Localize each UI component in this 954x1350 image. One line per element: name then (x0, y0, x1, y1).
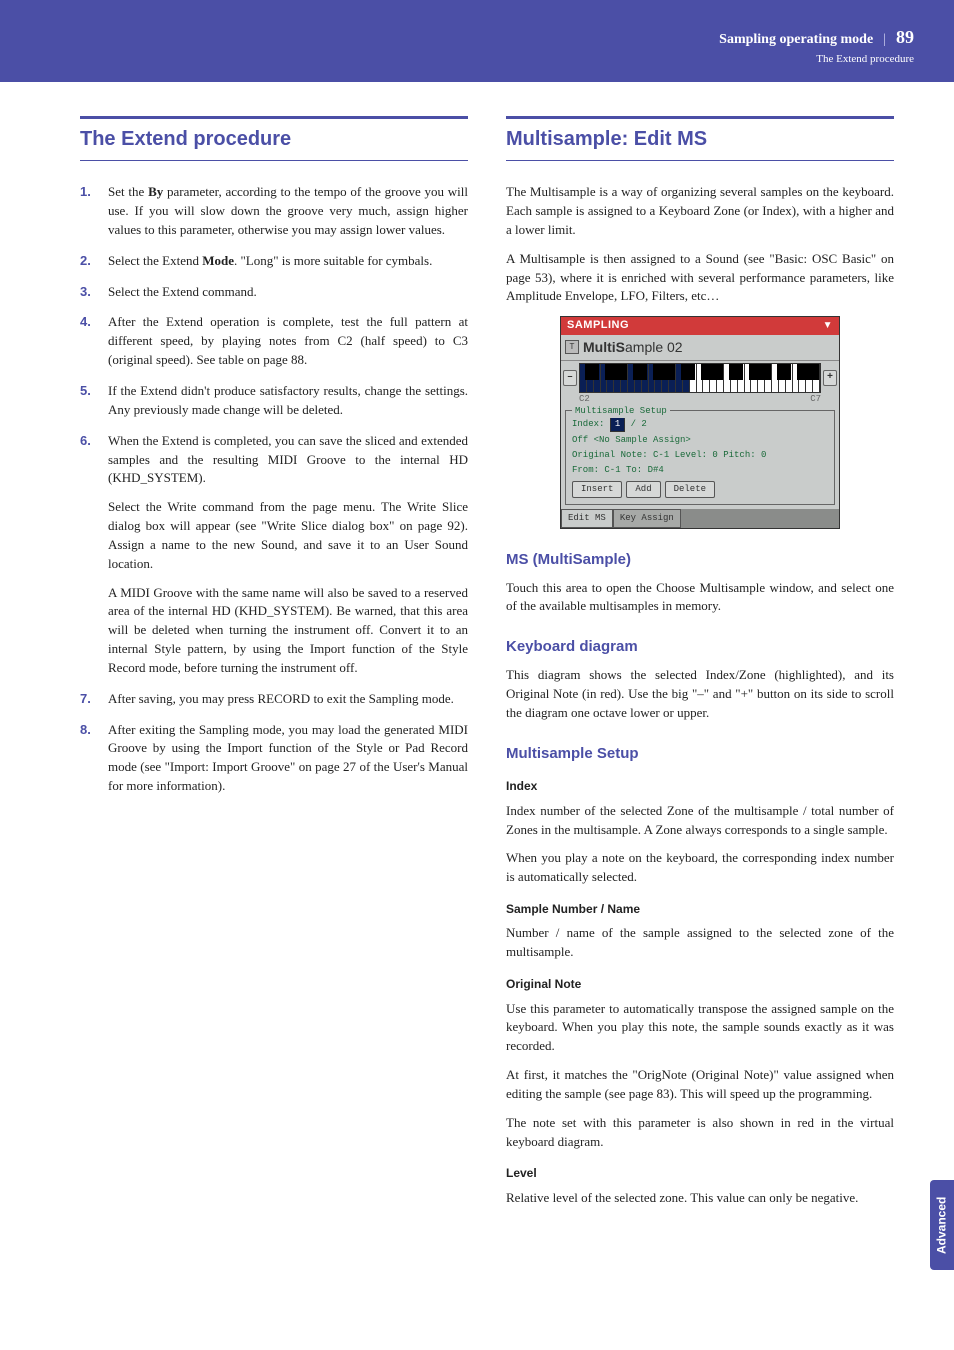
subsection-heading: Sample Number / Name (506, 901, 894, 918)
step-paragraph: When the Extend is completed, you can sa… (108, 432, 468, 489)
intro-paragraph: The Multisample is a way of organizing s… (506, 183, 894, 240)
step-item: 3. Select the Extend command. (80, 283, 468, 302)
header-section: Sampling operating mode (719, 30, 873, 50)
subsection-heading: Index (506, 778, 894, 795)
step-paragraph: Select the Extend Mode. "Long" is more s… (108, 252, 468, 271)
step-text: After exiting the Sampling mode, you may… (108, 721, 468, 796)
side-tab-advanced: Advanced (930, 1180, 954, 1270)
menu-arrow-icon[interactable]: ▼ (823, 319, 833, 334)
tab-edit-ms[interactable]: Edit MS (561, 509, 613, 528)
step-paragraph: A MIDI Groove with the same name will al… (108, 584, 468, 678)
header-page-number: 89 (896, 24, 914, 50)
section-heading: Keyboard diagram (506, 636, 894, 658)
group-legend: Multisample Setup (572, 405, 670, 418)
device-screenshot: SAMPLING ▼ T MultiSample 02 – + C2 C7 Mu… (560, 316, 840, 529)
ss-ms-row[interactable]: T MultiSample 02 (561, 335, 839, 360)
step-paragraph: Set the By parameter, according to the t… (108, 183, 468, 240)
subsection-paragraph: Number / name of the sample assigned to … (506, 924, 894, 962)
subsection-paragraph: Relative level of the selected zone. Thi… (506, 1189, 894, 1208)
header-subtitle: The Extend procedure (40, 52, 914, 68)
step-item: 7. After saving, you may press RECORD to … (80, 690, 468, 709)
sample-assign-line[interactable]: Off <No Sample Assign> (572, 434, 828, 447)
step-text: When the Extend is completed, you can sa… (108, 432, 468, 678)
step-number: 3. (80, 283, 96, 302)
step-number: 8. (80, 721, 96, 796)
step-number: 2. (80, 252, 96, 271)
step-text: If the Extend didn't produce satisfactor… (108, 382, 468, 420)
subsection-heading: Original Note (506, 976, 894, 993)
step-text: After the Extend operation is complete, … (108, 313, 468, 370)
step-number: 4. (80, 313, 96, 370)
step-text: Select the Extend command. (108, 283, 468, 302)
octave-plus-button[interactable]: + (823, 370, 837, 386)
left-column: The Extend procedure 1.Set the By parame… (80, 116, 468, 1217)
subsection-paragraph: The note set with this parameter is also… (506, 1114, 894, 1152)
subsection-paragraph: Index number of the selected Zone of the… (506, 802, 894, 840)
intro-paragraph: A Multisample is then assigned to a Soun… (506, 250, 894, 307)
intro-block: The Multisample is a way of organizing s… (506, 183, 894, 306)
right-title: Multisample: Edit MS (506, 116, 894, 161)
section-heading: Multisample Setup (506, 743, 894, 765)
step-text: Select the Extend Mode. "Long" is more s… (108, 252, 468, 271)
step-text: After saving, you may press RECORD to ex… (108, 690, 468, 709)
multisample-setup-group: Multisample Setup Index: 1 / 2 Off <No S… (565, 410, 835, 505)
step-item: 6.When the Extend is completed, you can … (80, 432, 468, 678)
steps-list: 1.Set the By parameter, according to the… (80, 183, 468, 796)
step-number: 5. (80, 382, 96, 420)
step-paragraph: Select the Extend command. (108, 283, 468, 302)
keyboard-diagram[interactable] (579, 363, 821, 393)
header-divider: | (883, 30, 886, 50)
index-total: / 2 (631, 419, 647, 429)
step-text: Set the By parameter, according to the t… (108, 183, 468, 240)
octave-minus-button[interactable]: – (563, 370, 577, 386)
subsection-paragraph: When you play a note on the keyboard, th… (506, 849, 894, 887)
octave-right-label: C7 (810, 393, 821, 406)
index-field[interactable]: 1 (610, 417, 625, 432)
tab-key-assign[interactable]: Key Assign (613, 509, 681, 528)
ms-name: MultiSample 02 (583, 337, 683, 357)
index-label: Index: (572, 419, 604, 429)
section-heading: MS (MultiSample) (506, 549, 894, 571)
step-item: 2. Select the Extend Mode. "Long" is more… (80, 252, 468, 271)
sections-block: MS (MultiSample) Touch this area to open … (506, 549, 894, 1208)
step-number: 1. (80, 183, 96, 240)
step-paragraph: After exiting the Sampling mode, you may… (108, 721, 468, 796)
insert-button[interactable]: Insert (572, 481, 622, 498)
from-to-line[interactable]: From: C-1 To: D#4 (572, 464, 828, 477)
ss-topbar-label: SAMPLING (567, 318, 629, 334)
subsection-paragraph: At first, it matches the "OrigNote (Orig… (506, 1066, 894, 1104)
step-number: 7. (80, 690, 96, 709)
section-paragraph: Touch this area to open the Choose Multi… (506, 579, 894, 617)
add-button[interactable]: Add (626, 481, 660, 498)
subsection-paragraph: Use this parameter to automatically tran… (506, 1000, 894, 1057)
step-paragraph: After the Extend operation is complete, … (108, 313, 468, 370)
subsection-heading: Level (506, 1165, 894, 1182)
step-item: 1.Set the By parameter, according to the… (80, 183, 468, 240)
step-paragraph: If the Extend didn't produce satisfactor… (108, 382, 468, 420)
step-paragraph: After saving, you may press RECORD to ex… (108, 690, 468, 709)
left-title: The Extend procedure (80, 116, 468, 161)
orig-note-line[interactable]: Original Note: C-1 Level: 0 Pitch: 0 (572, 449, 828, 462)
section-paragraph: This diagram shows the selected Index/Zo… (506, 666, 894, 723)
step-paragraph: Select the Write command from the page m… (108, 498, 468, 573)
step-item: 8.After exiting the Sampling mode, you m… (80, 721, 468, 796)
delete-button[interactable]: Delete (665, 481, 715, 498)
right-column: Multisample: Edit MS The Multisample is … (506, 116, 894, 1217)
step-item: 5. If the Extend didn't produce satisfact… (80, 382, 468, 420)
page-header: Sampling operating mode | 89 The Extend … (0, 0, 954, 82)
step-item: 4.After the Extend operation is complete… (80, 313, 468, 370)
text-icon[interactable]: T (565, 340, 579, 354)
step-number: 6. (80, 432, 96, 678)
ss-topbar: SAMPLING ▼ (561, 317, 839, 335)
